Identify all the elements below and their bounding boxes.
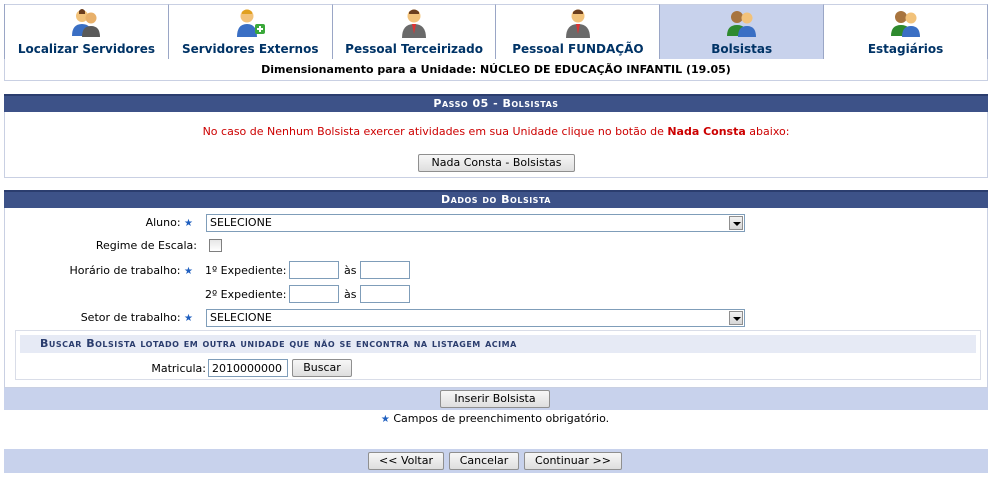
aluno-label: Aluno: ★ — [145, 216, 193, 229]
tab-estagiarios[interactable]: Estagiários — [824, 4, 988, 59]
step-panel: No caso de Nenhum Bolsista exercer ativi… — [4, 112, 988, 178]
tab-localizar-servidores[interactable]: Localizar Servidores — [5, 4, 169, 59]
tab-label: Pessoal FUNDAÇÃO — [512, 42, 644, 56]
tab-bar: Localizar Servidores Servidores Externos… — [4, 4, 988, 59]
users-search-icon — [72, 9, 101, 37]
expediente1-label: 1º Expediente: — [205, 264, 287, 277]
tab-label: Estagiários — [867, 42, 944, 56]
required-icon: ★ — [184, 313, 193, 324]
step-header: Passo 05 - Bolsistas — [4, 94, 988, 112]
regime-escala-checkbox[interactable] — [209, 239, 222, 252]
expediente1-end-input[interactable] — [360, 261, 410, 279]
tab-pessoal-terceirizado[interactable]: Pessoal Terceirizado — [332, 4, 497, 59]
buscar-button[interactable]: Buscar — [292, 359, 352, 377]
users-group-icon — [726, 11, 756, 37]
tab-label: Localizar Servidores — [17, 42, 155, 56]
unit-dimension-title: Dimensionamento para a Unidade: NÚCLEO D… — [4, 59, 988, 81]
users-group-icon — [890, 11, 920, 37]
form-panel: Aluno: ★ SELECIONE Regime de Escala: Hor… — [4, 208, 988, 388]
expediente2-label: 2º Expediente: — [205, 288, 287, 301]
as-label: às — [344, 264, 357, 277]
setor-select[interactable]: SELECIONE — [206, 309, 745, 327]
required-note: ★ Campos de preenchimento obrigatório. — [380, 412, 610, 425]
insert-bar: Inserir Bolsista — [4, 388, 988, 410]
aluno-select[interactable]: SELECIONE — [206, 214, 745, 232]
matricula-label: Matricula: — [151, 362, 206, 375]
tab-label: Pessoal Terceirizado — [345, 42, 483, 56]
user-suit-icon — [402, 9, 427, 38]
chevron-down-icon — [729, 216, 743, 230]
expediente2-start-input[interactable] — [289, 285, 339, 303]
search-other-unit-title: Buscar Bolsista lotado em outra unidade … — [20, 335, 976, 353]
user-suit-icon — [565, 9, 590, 38]
matricula-input[interactable] — [208, 359, 288, 377]
regime-label: Regime de Escala: — [95, 239, 197, 252]
user-add-icon — [237, 9, 266, 37]
tab-label: Servidores Externos — [181, 42, 319, 56]
as-label: às — [344, 288, 357, 301]
tab-servidores-externos[interactable]: Servidores Externos — [168, 4, 333, 59]
continuar-button[interactable]: Continuar >> — [524, 452, 622, 470]
tab-bolsistas[interactable]: Bolsistas — [660, 4, 825, 59]
required-icon: ★ — [380, 414, 390, 425]
tab-label: Bolsistas — [711, 42, 773, 56]
tab-pessoal-fundacao[interactable]: Pessoal FUNDAÇÃO — [496, 4, 661, 59]
footer-nav-bar: << Voltar Cancelar Continuar >> — [4, 449, 988, 473]
chevron-down-icon — [729, 311, 743, 325]
cancelar-button[interactable]: Cancelar — [449, 452, 519, 470]
inserir-bolsista-button[interactable]: Inserir Bolsista — [440, 390, 550, 408]
search-other-unit-panel: Buscar Bolsista lotado em outra unidade … — [15, 330, 981, 380]
no-scholar-warning: No caso de Nenhum Bolsista exercer ativi… — [202, 125, 790, 138]
nada-consta-button[interactable]: Nada Consta - Bolsistas — [418, 154, 575, 172]
voltar-button[interactable]: << Voltar — [368, 452, 444, 470]
expediente2-end-input[interactable] — [360, 285, 410, 303]
form-header: Dados do Bolsista — [4, 190, 988, 208]
required-icon: ★ — [184, 218, 193, 229]
required-icon: ★ — [184, 266, 193, 277]
setor-label: Setor de trabalho: ★ — [80, 311, 193, 324]
expediente1-start-input[interactable] — [289, 261, 339, 279]
horario-label: Horário de trabalho: ★ — [69, 264, 193, 277]
